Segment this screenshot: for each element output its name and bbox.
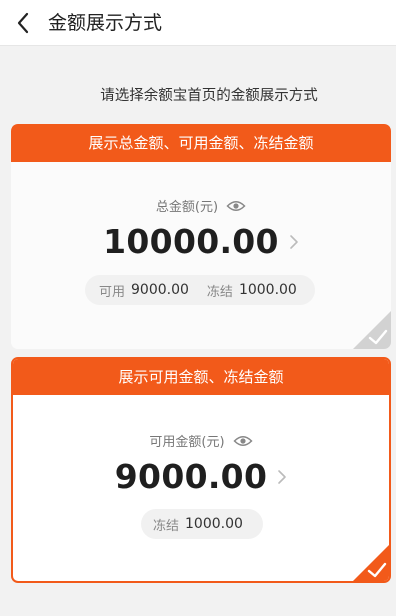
- chevron-left-icon: [17, 12, 29, 34]
- amount-label-row: 可用金额(元): [13, 431, 389, 450]
- option-title: 展示可用金额、冻结金额: [13, 359, 389, 395]
- frozen-value: 1000.00: [238, 282, 297, 298]
- eye-icon[interactable]: [233, 434, 253, 448]
- available-label: 可用: [99, 284, 126, 300]
- back-button[interactable]: [8, 8, 38, 38]
- frozen-label: 冻结: [153, 518, 180, 534]
- option-card-total[interactable]: 展示总金额、可用金额、冻结金额 总金额(元) 10000.00 可用 9000.…: [11, 124, 391, 349]
- available-value: 9000.00: [131, 282, 189, 298]
- frozen-label: 冻结: [206, 284, 233, 300]
- frozen-value: 1000.00: [185, 516, 243, 532]
- amount-row: 9000.00: [13, 457, 389, 496]
- check-corner-icon: [353, 545, 389, 581]
- total-amount: 10000.00: [103, 222, 279, 261]
- amount-label-row: 总金额(元): [11, 196, 391, 215]
- amount-label: 可用金额(元): [149, 435, 225, 450]
- amount-row: 10000.00: [11, 222, 391, 261]
- available-amount: 9000.00: [114, 457, 268, 496]
- option-card-available[interactable]: 展示可用金额、冻结金额 可用金额(元) 9000.00 冻结 1000.00: [11, 357, 391, 583]
- eye-icon[interactable]: [226, 199, 246, 213]
- page-title: 金额展示方式: [48, 12, 163, 34]
- check-corner-icon: [353, 311, 391, 349]
- nav-bar: 金额展示方式: [0, 0, 396, 46]
- breakdown-pill: 可用 9000.00 冻结 1000.00: [85, 275, 315, 305]
- instruction-text: 请选择余额宝首页的金额展示方式: [100, 88, 318, 104]
- amount-label: 总金额(元): [155, 200, 219, 215]
- breakdown-pill: 冻结 1000.00: [141, 509, 263, 539]
- option-title: 展示总金额、可用金额、冻结金额: [11, 124, 391, 162]
- chevron-right-icon: [277, 469, 287, 485]
- chevron-right-icon: [289, 234, 299, 250]
